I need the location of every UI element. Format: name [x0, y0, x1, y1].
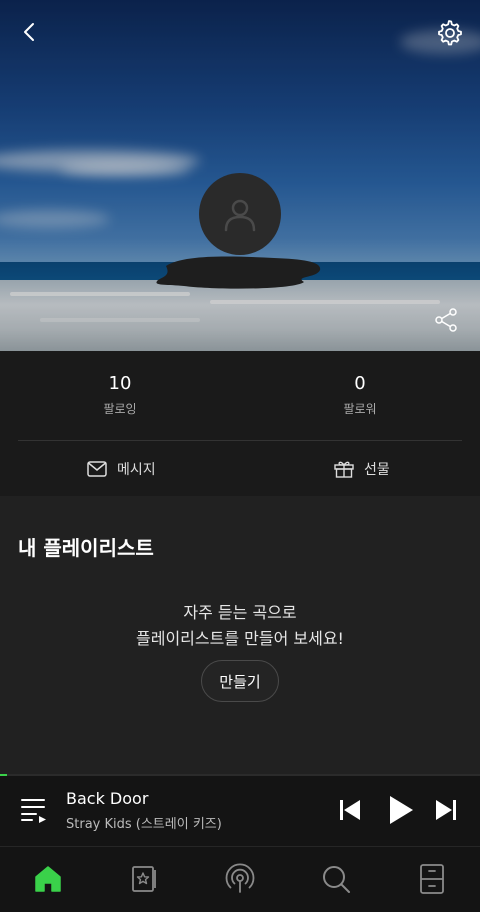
my-playlist-section: 내 플레이리스트 자주 듣는 곡으로 플레이리스트를 만들어 보세요! 만들기 — [0, 496, 480, 774]
avatar[interactable] — [199, 173, 281, 255]
empty-line-2: 플레이리스트를 만들어 보세요! — [136, 629, 344, 648]
next-button[interactable] — [430, 792, 462, 832]
envelope-icon — [87, 460, 107, 477]
settings-button[interactable] — [431, 14, 467, 50]
follow-stats: 10 팔로잉 0 팔로워 — [0, 351, 480, 441]
queue-icon — [21, 799, 46, 823]
track-artist[interactable]: Stray Kids (스트레이 키즈) — [66, 813, 222, 832]
search-icon — [323, 866, 350, 893]
gift-label: 선물 — [364, 461, 390, 478]
nav-home[interactable] — [28, 861, 68, 897]
followers-label: 팔로워 — [343, 402, 377, 416]
storage-icon — [420, 864, 444, 894]
skip-next-icon — [436, 800, 456, 820]
gift-button[interactable]: 선물 — [334, 441, 390, 496]
playlist-queue-button[interactable] — [18, 794, 50, 828]
bottom-navigation — [0, 846, 480, 912]
followers-stat[interactable]: 0 팔로워 — [240, 371, 480, 419]
create-playlist-button[interactable]: 만들기 — [201, 660, 279, 702]
followers-count: 0 — [354, 373, 366, 394]
nav-storage[interactable] — [412, 861, 452, 897]
share-icon — [435, 308, 457, 332]
previous-button[interactable] — [334, 792, 366, 832]
progress-bar[interactable] — [0, 774, 480, 776]
following-stat[interactable]: 10 팔로잉 — [0, 371, 240, 419]
message-button[interactable]: 메시지 — [87, 441, 156, 496]
empty-line-1: 자주 듣는 곡으로 — [183, 603, 297, 622]
chevron-left-icon — [24, 23, 34, 41]
gear-icon — [438, 20, 462, 46]
following-count: 10 — [108, 373, 132, 394]
nav-library[interactable] — [124, 861, 164, 897]
profile-banner — [0, 0, 480, 351]
play-button[interactable] — [382, 790, 418, 834]
empty-state-message: 자주 듣는 곡으로 플레이리스트를 만들어 보세요! — [0, 600, 480, 652]
gift-icon — [334, 461, 354, 478]
user-icon — [224, 199, 256, 232]
mini-player[interactable]: Back Door Stray Kids (스트레이 키즈) — [0, 774, 480, 846]
nav-podcast[interactable] — [220, 861, 260, 897]
home-icon — [35, 866, 61, 892]
profile-actions: 메시지 선물 — [0, 441, 480, 496]
track-title[interactable]: Back Door — [66, 789, 148, 808]
progress-fill — [0, 774, 8, 776]
play-icon — [390, 796, 413, 824]
following-label: 팔로잉 — [103, 402, 137, 416]
skip-previous-icon — [340, 800, 360, 820]
nav-search[interactable] — [316, 861, 356, 897]
podcast-icon — [225, 863, 255, 893]
section-title: 내 플레이리스트 — [18, 536, 154, 560]
share-button[interactable] — [428, 302, 464, 338]
library-icon — [132, 866, 156, 892]
message-label: 메시지 — [117, 461, 156, 478]
redacted-name — [156, 256, 321, 289]
back-button[interactable] — [12, 14, 48, 50]
